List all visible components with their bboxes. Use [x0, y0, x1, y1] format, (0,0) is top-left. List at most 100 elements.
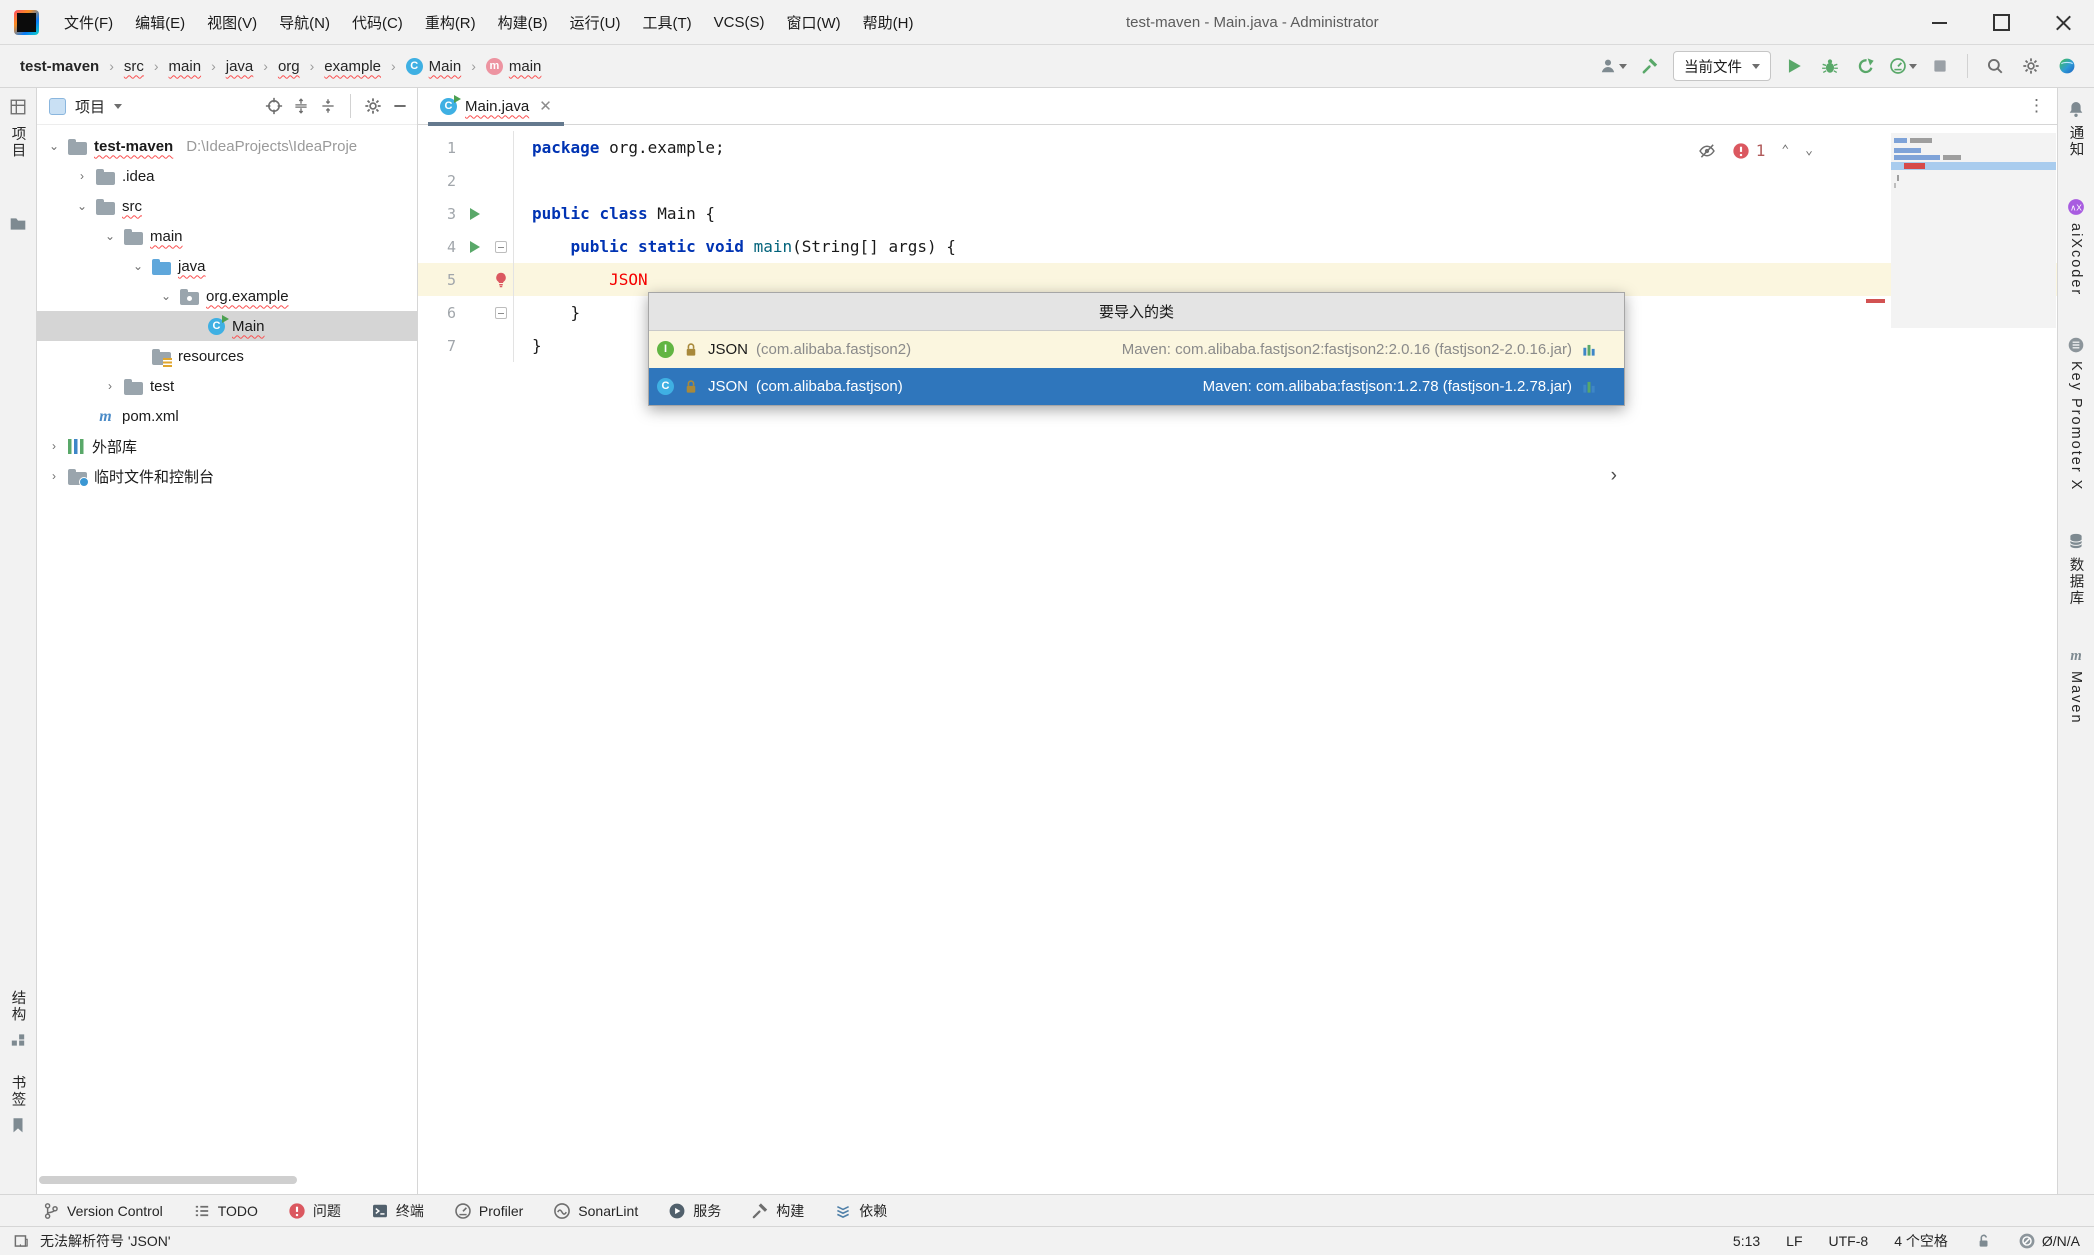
breadcrumb-item[interactable]: java: [222, 56, 258, 77]
expand-all-icon[interactable]: [292, 97, 310, 115]
collapse-all-icon[interactable]: [319, 97, 337, 115]
breadcrumb-item[interactable]: example: [320, 56, 385, 77]
chevron-icon[interactable]: ⌄: [47, 139, 61, 153]
locate-icon[interactable]: [265, 97, 283, 115]
tree-row[interactable]: ⌄main: [37, 221, 417, 251]
tool-window-button[interactable]: Version Control: [42, 1202, 163, 1220]
tree-row[interactable]: ⌄org.example: [37, 281, 417, 311]
line-separator[interactable]: LF: [1786, 1233, 1802, 1249]
build-hammer-button[interactable]: [1637, 52, 1663, 80]
tree-row[interactable]: ⌄src: [37, 191, 417, 221]
error-stripe-mark[interactable]: [1866, 299, 1885, 303]
horizontal-scrollbar[interactable]: [39, 1176, 297, 1184]
breadcrumb-item[interactable]: main: [165, 56, 206, 77]
menu-item[interactable]: 视图(V): [196, 6, 268, 39]
submenu-arrow-icon[interactable]: ›: [1611, 465, 1617, 487]
tree-row[interactable]: ⌄java: [37, 251, 417, 281]
chevron-icon[interactable]: ›: [47, 469, 61, 483]
chevron-icon[interactable]: ›: [75, 169, 89, 183]
chevron-icon[interactable]: ⌄: [75, 199, 89, 213]
debug-button[interactable]: [1817, 52, 1843, 80]
menu-item[interactable]: 代码(C): [341, 6, 414, 39]
menu-item[interactable]: 运行(U): [559, 6, 632, 39]
tab-main-java[interactable]: C Main.java ✕: [428, 88, 564, 125]
code-line[interactable]: 2: [418, 164, 2057, 197]
code-minimap[interactable]: [1891, 133, 2056, 328]
fold-icon[interactable]: [495, 307, 507, 319]
minimize-button[interactable]: [1908, 0, 1970, 45]
tree-row[interactable]: ›外部库: [37, 431, 417, 461]
user-button[interactable]: [1599, 52, 1627, 80]
tree-row[interactable]: mpom.xml: [37, 401, 417, 431]
tree-row[interactable]: ›临时文件和控制台: [37, 461, 417, 491]
breadcrumb-item[interactable]: src: [120, 56, 148, 77]
menu-item[interactable]: 文件(F): [53, 6, 124, 39]
breadcrumb-item[interactable]: test-maven: [16, 56, 103, 77]
tool-window-button[interactable]: 终端: [371, 1201, 424, 1221]
sphere-plugin-button[interactable]: [2054, 52, 2080, 80]
settings-button[interactable]: [2018, 52, 2044, 80]
import-candidate-row[interactable]: IJSON(com.alibaba.fastjson2)Maven: com.a…: [649, 331, 1624, 368]
tree-row[interactable]: CMain: [37, 311, 417, 341]
indent-setting[interactable]: 4 个空格: [1894, 1231, 1948, 1251]
profiler-button[interactable]: [1889, 52, 1917, 80]
breadcrumb-item[interactable]: mmain: [482, 56, 546, 77]
coverage-button[interactable]: [1853, 52, 1879, 80]
chevron-icon[interactable]: ⌄: [131, 259, 145, 273]
tool-window-button[interactable]: 依赖: [834, 1201, 887, 1221]
tool-window-button[interactable]: 服务: [668, 1201, 721, 1221]
chevron-icon[interactable]: ›: [47, 439, 61, 453]
menu-item[interactable]: 工具(T): [631, 6, 702, 39]
tool-window-button[interactable]: TODO: [193, 1202, 258, 1220]
file-encoding[interactable]: UTF-8: [1829, 1233, 1869, 1249]
tree-row[interactable]: ›test: [37, 371, 417, 401]
menu-item[interactable]: 构建(B): [487, 6, 559, 39]
tool-stripe-bookmarks[interactable]: 书签: [8, 1075, 29, 1134]
import-candidate-row[interactable]: CJSON(com.alibaba.fastjson)Maven: com.al…: [649, 368, 1624, 405]
maximize-button[interactable]: [1970, 0, 2032, 45]
tab-options-icon[interactable]: ⋮: [2028, 96, 2045, 116]
code-line[interactable]: 4 public static void main(String[] args)…: [418, 230, 2057, 263]
next-error-icon[interactable]: ⌄: [1805, 143, 1813, 158]
tool-window-button[interactable]: 问题: [288, 1201, 341, 1221]
tool-stripe-structure[interactable]: 结构: [8, 990, 29, 1049]
tree-row[interactable]: resources: [37, 341, 417, 371]
tool-window-button[interactable]: SonarLint: [553, 1202, 638, 1220]
caret-position[interactable]: 5:13: [1733, 1233, 1760, 1249]
no-inspection-icon[interactable]: [2018, 1232, 2036, 1250]
chevron-icon[interactable]: ⌄: [159, 289, 173, 303]
project-view-dropdown[interactable]: [114, 104, 122, 109]
run-line-icon[interactable]: [470, 241, 480, 253]
tool-stripe-key-promoter-x[interactable]: Key Promoter X: [2067, 336, 2085, 491]
menu-item[interactable]: 窗口(W): [775, 6, 851, 39]
breadcrumb-item[interactable]: org: [274, 56, 304, 77]
code-line[interactable]: 3public class Main {: [418, 197, 2057, 230]
tool-stripe-通知[interactable]: 通知: [2066, 100, 2087, 158]
panel-settings-icon[interactable]: [364, 97, 382, 115]
tree-row[interactable]: ⌄test-mavenD:\IdeaProjects\IdeaProje: [37, 131, 417, 161]
menu-item[interactable]: 帮助(H): [852, 6, 925, 39]
run-button[interactable]: [1781, 52, 1807, 80]
breadcrumb-item[interactable]: CMain: [402, 56, 466, 77]
unlock-icon[interactable]: [1974, 1232, 1992, 1250]
menu-item[interactable]: VCS(S): [703, 8, 776, 37]
fold-icon[interactable]: [495, 241, 507, 253]
chevron-icon[interactable]: ›: [103, 379, 117, 393]
hide-panel-icon[interactable]: [391, 97, 409, 115]
tool-stripe-project[interactable]: 项目: [0, 98, 36, 233]
run-line-icon[interactable]: [470, 208, 480, 220]
tool-stripe-aixcoder[interactable]: ∧XaiXcoder: [2067, 198, 2085, 296]
tree-row[interactable]: ›.idea: [37, 161, 417, 191]
tool-stripe-maven[interactable]: mMaven: [2067, 646, 2085, 725]
highlight-off-icon[interactable]: [1698, 142, 1716, 160]
menu-item[interactable]: 编辑(E): [124, 6, 196, 39]
close-button[interactable]: [2032, 0, 2094, 45]
tab-close-icon[interactable]: ✕: [539, 97, 552, 115]
search-everywhere-button[interactable]: [1982, 52, 2008, 80]
tool-window-button[interactable]: 构建: [751, 1201, 804, 1221]
menu-item[interactable]: 导航(N): [268, 6, 341, 39]
window-square-icon[interactable]: [12, 1232, 30, 1250]
run-config-selector[interactable]: 当前文件: [1673, 51, 1771, 81]
chevron-icon[interactable]: ⌄: [103, 229, 117, 243]
error-bulb-icon[interactable]: [492, 271, 510, 289]
